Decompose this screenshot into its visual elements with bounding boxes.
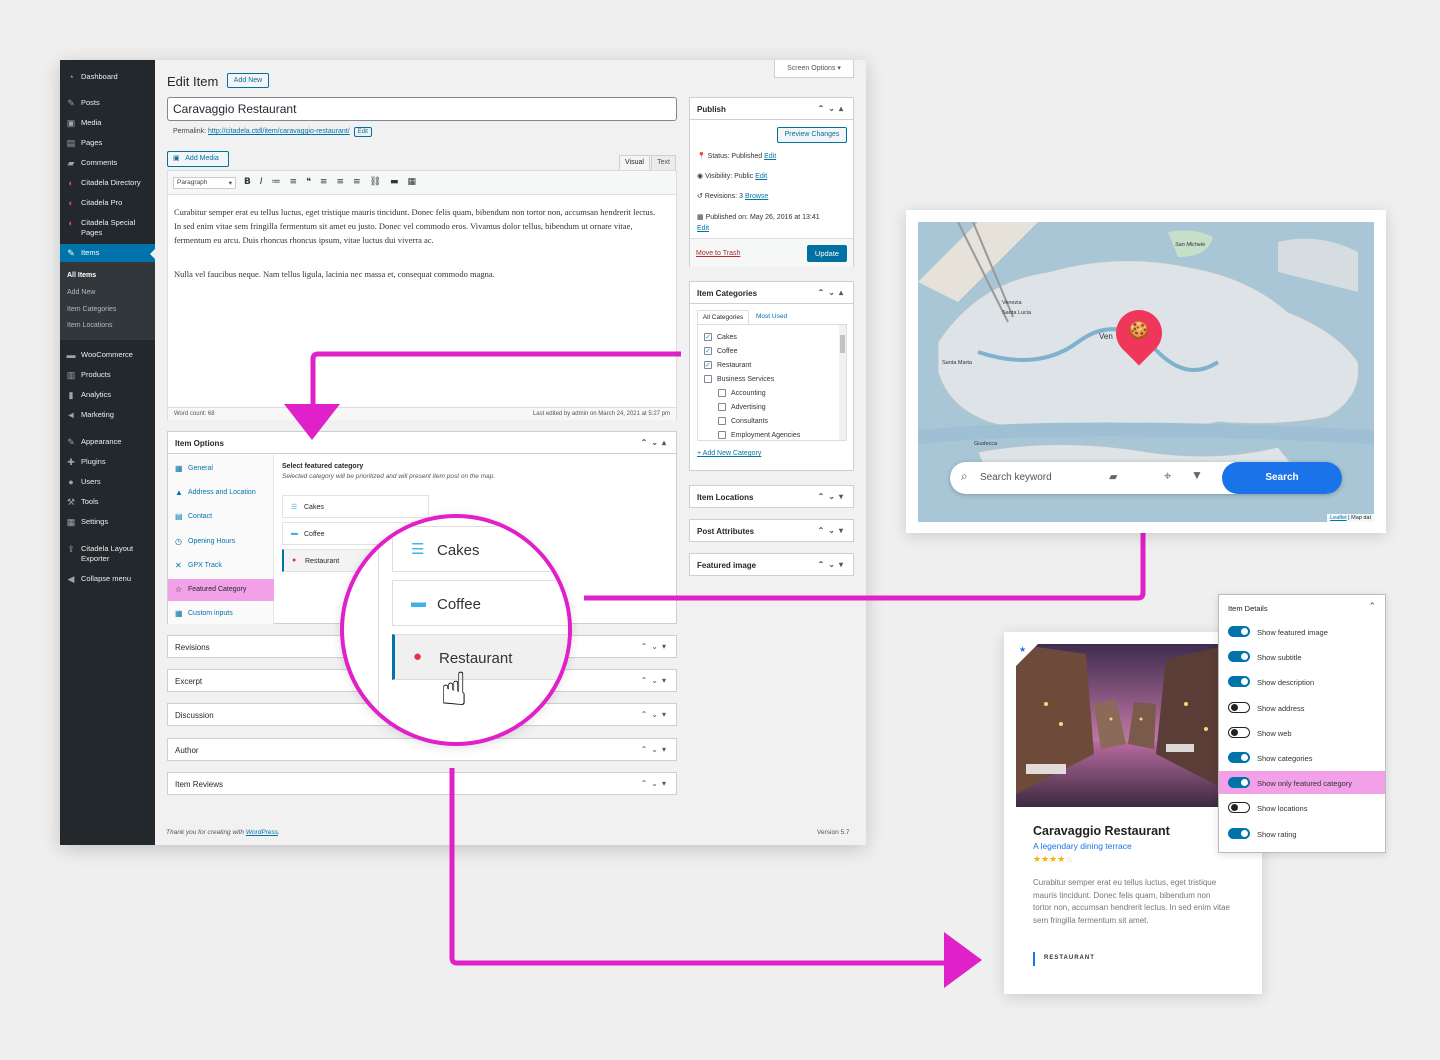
search-keyword-input[interactable]: Search keyword [980, 472, 1052, 483]
toggle-label: Show web [1257, 728, 1292, 738]
listing-category[interactable]: RESTAURANT [1044, 955, 1095, 961]
zoom-option-label: Cakes [437, 542, 480, 559]
map-data-text: | Map dat [1348, 515, 1371, 521]
map-label-giudecca: Giudecca [974, 441, 998, 447]
zoom-option-restaurant[interactable]: ● Restaurant [392, 634, 568, 680]
toggle-show-categories[interactable] [1228, 752, 1250, 763]
toggle-show-featured-image[interactable] [1228, 626, 1250, 637]
zoom-option-cakes[interactable]: ☰ Cakes [392, 526, 568, 572]
toggle-show-web[interactable] [1228, 726, 1250, 738]
toggle-label: Show only featured category [1257, 779, 1353, 789]
featured-star-icon: ★ [1019, 645, 1027, 654]
search-icon: ⌕ [961, 469, 968, 483]
toggle-show-subtitle[interactable] [1228, 651, 1250, 663]
map-label-santa-marta: Santa Marta [942, 360, 972, 366]
toggle-show-locations[interactable] [1228, 802, 1250, 814]
chevron-up-icon[interactable]: ⌃ [1368, 601, 1376, 612]
toggle-label: Show rating [1257, 829, 1297, 839]
coffee-icon: ▬ [411, 594, 426, 611]
listing-subtitle: A legendary dining terrace [1033, 841, 1132, 851]
toggle-label: Show subtitle [1257, 653, 1302, 663]
rating-stars: ★★★★☆ [1033, 855, 1073, 865]
map-search-bar: ⌕ Search keyword ▰ ⌖ ▼ Search [950, 462, 1342, 494]
map-label-venezia: Venezia [1002, 300, 1022, 306]
toggle-label: Show featured image [1257, 628, 1328, 637]
locate-icon[interactable]: ⌖ [1164, 468, 1171, 484]
map-label-santa-lucia: Santa Lucia [1002, 310, 1032, 316]
map-attribution: Leaflet | Map dat [1327, 514, 1374, 522]
toggle-show-only-featured-category[interactable] [1228, 777, 1250, 789]
category-marker [1033, 952, 1035, 966]
map-label-ven: Ven [1099, 332, 1113, 341]
arrowhead-right [944, 932, 982, 988]
zoom-divider [378, 518, 379, 742]
filter-icon[interactable]: ▼ [1191, 468, 1203, 482]
hand-pointer-icon: ☝ [440, 662, 469, 716]
map-label-san-michele: San Michele [1175, 242, 1206, 248]
cookie-icon: ● [413, 648, 423, 665]
cookie-icon: 🍪 [1128, 321, 1150, 341]
item-details-panel: Item Details ⌃ Show featured image Show s… [1218, 594, 1386, 853]
map-view[interactable]: San Michele Venezia Santa Lucia Santa Ma… [918, 222, 1374, 522]
arrow-to-options [310, 351, 681, 408]
cake-icon: ☰ [411, 541, 425, 558]
listing-description: Curabitur semper erat eu tellus luctus, … [1033, 878, 1230, 925]
map-card: San Michele Venezia Santa Lucia Santa Ma… [906, 210, 1386, 533]
item-details-title: Item Details [1228, 604, 1268, 613]
toggle-show-description[interactable] [1228, 676, 1250, 688]
star-icon: ☆ [1065, 855, 1074, 865]
arrowhead-down [284, 404, 340, 440]
featured-image[interactable]: ★ [1016, 644, 1234, 807]
toggle-label: Show locations [1257, 804, 1308, 814]
toggle-label: Show categories [1257, 754, 1313, 763]
venice-photo [1016, 644, 1234, 807]
toggle-show-address[interactable] [1228, 701, 1250, 713]
toggle-label: Show address [1257, 703, 1305, 713]
zoom-option-label: Coffee [437, 596, 481, 613]
toggle-label: Show description [1257, 678, 1315, 688]
star-icon: ★ [1033, 855, 1042, 865]
star-icon: ★ [1041, 855, 1050, 865]
toggle-show-rating[interactable] [1228, 827, 1250, 839]
listing-title[interactable]: Caravaggio Restaurant [1033, 824, 1170, 838]
zoom-option-coffee[interactable]: ▬ Coffee [392, 580, 568, 626]
search-button[interactable]: Search [1222, 462, 1342, 494]
leaflet-link[interactable]: Leaflet [1330, 515, 1347, 521]
zoom-circle: ☰ Cakes ▬ Coffee ● Restaurant ☝ [340, 514, 572, 746]
arrow-to-card [449, 768, 948, 966]
folder-icon[interactable]: ▰ [1109, 470, 1117, 483]
